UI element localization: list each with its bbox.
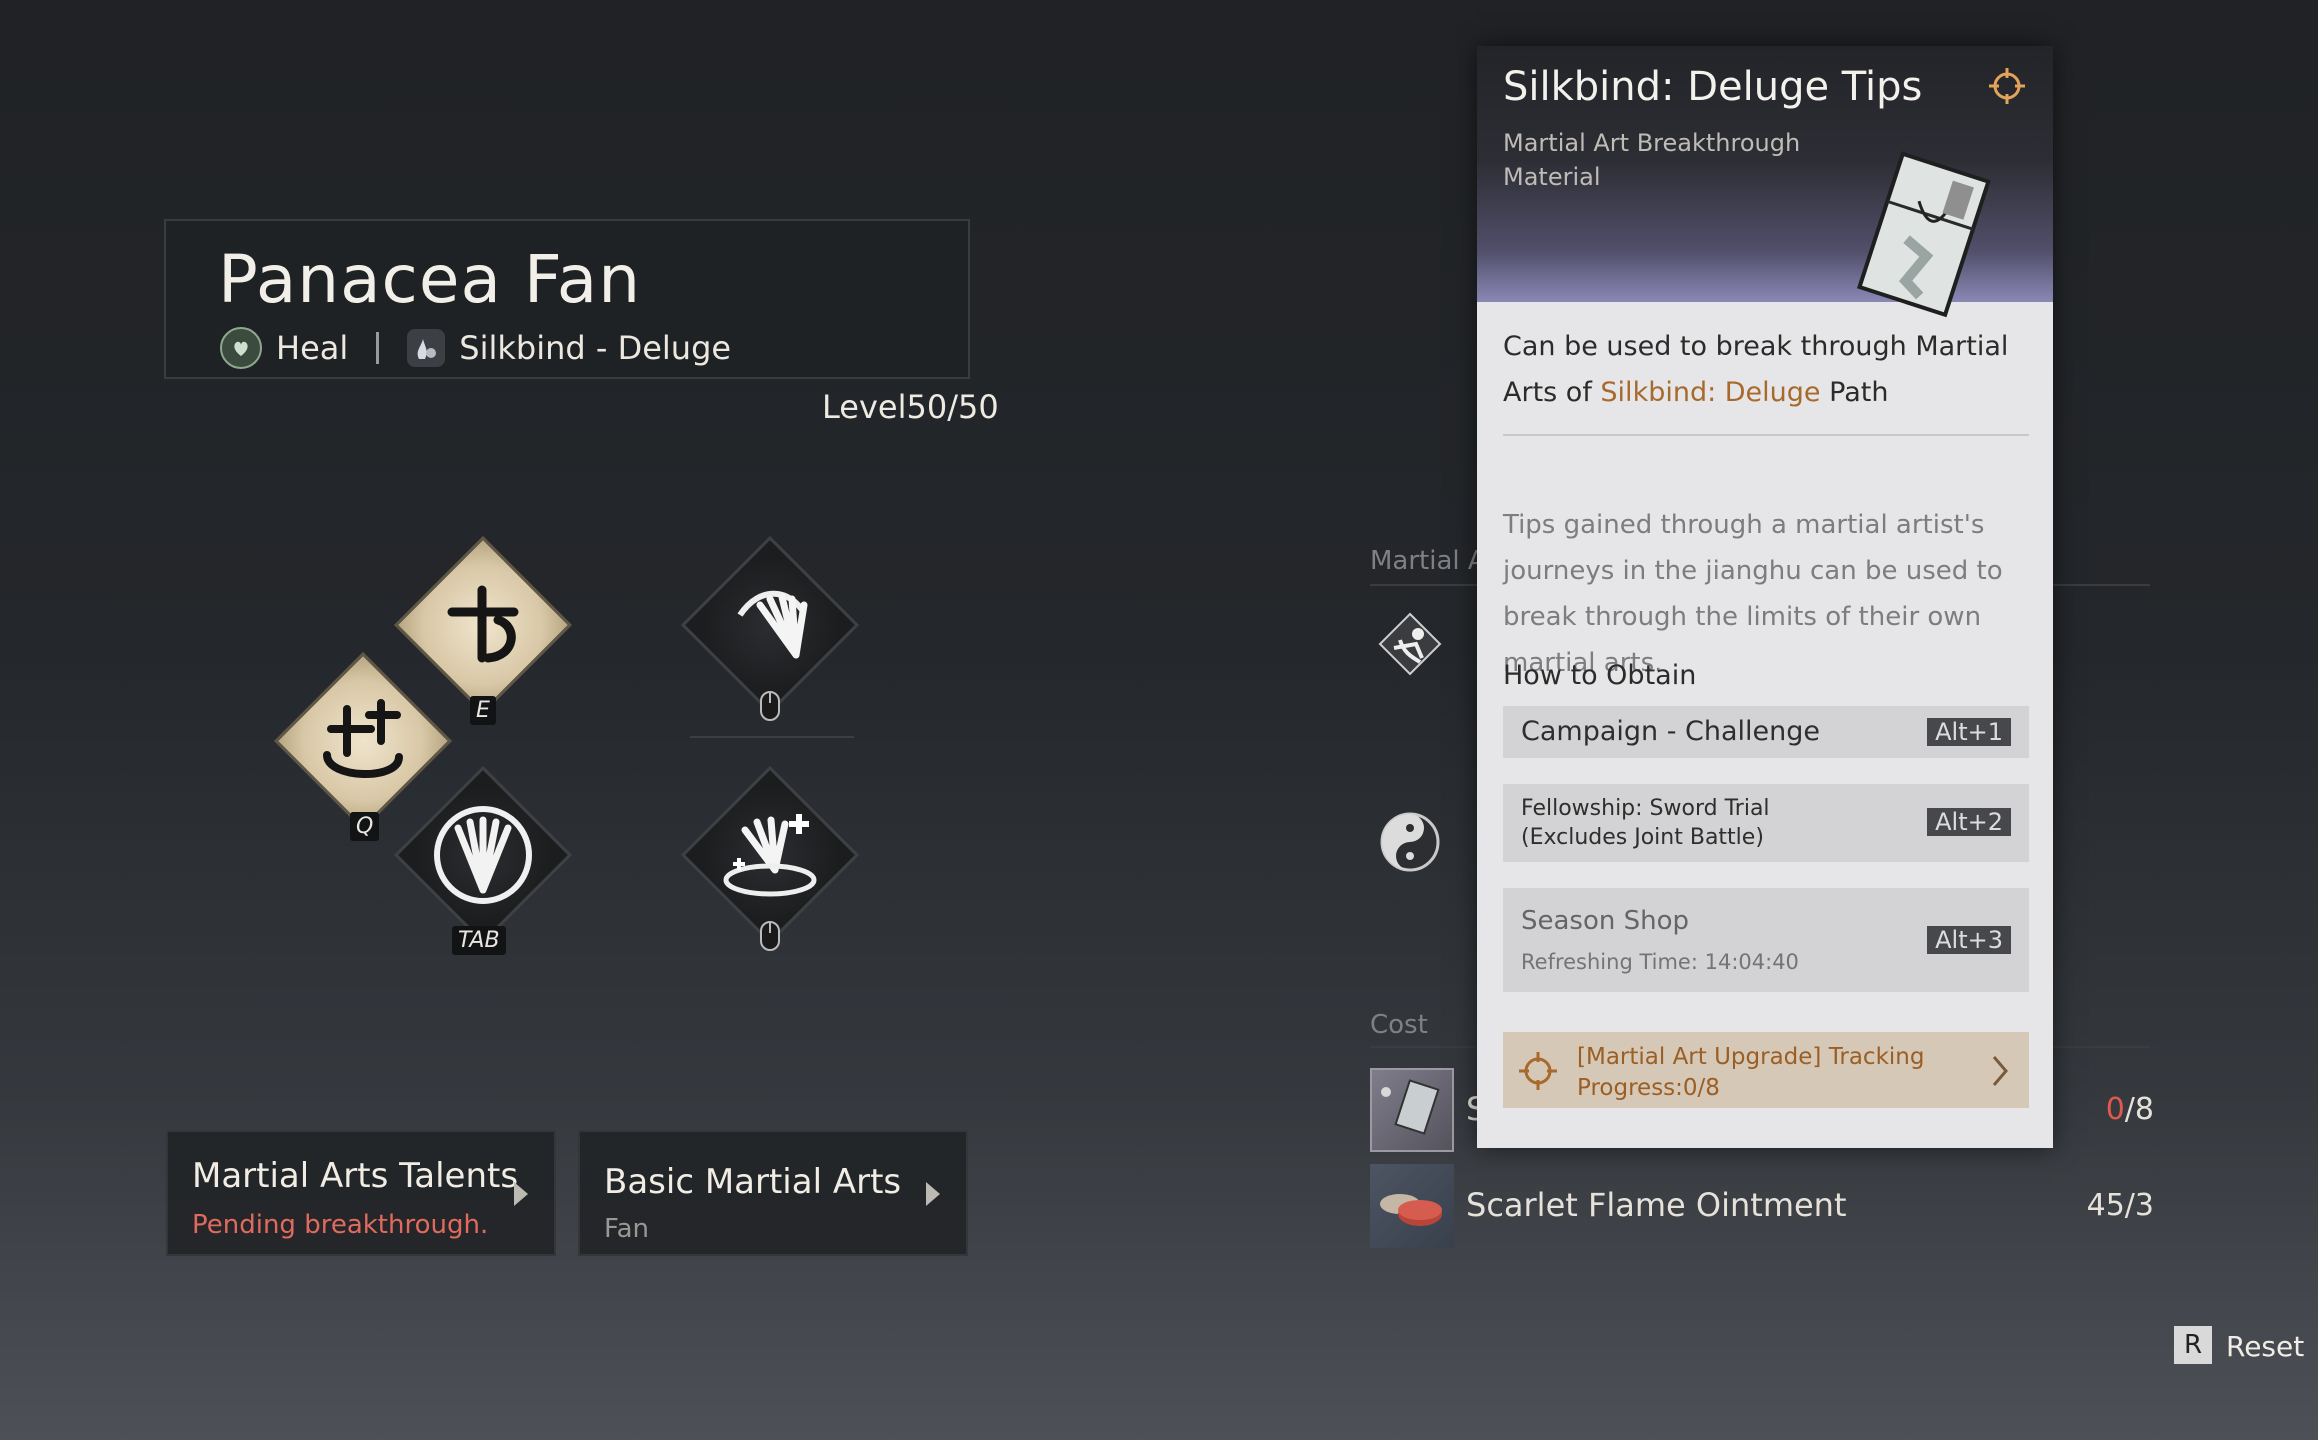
skill-tab[interactable]: TAB <box>393 765 573 955</box>
tooltip-description: Can be used to break through Martial Art… <box>1503 331 2009 408</box>
basic-martial-arts-button[interactable]: Basic Martial Arts Fan <box>578 1130 968 1256</box>
skill-left-click[interactable] <box>680 535 860 721</box>
cost-item-name: Scarlet Flame Ointment <box>1466 1186 1847 1224</box>
tracking-progress-text: [Martial Art Upgrade] Tracking Progress:… <box>1577 1044 1925 1101</box>
weapon-header-panel: Panacea Fan Heal Silkbind - Deluge <box>164 219 970 379</box>
cost-item-qty: 0/8 <box>2105 1092 2154 1127</box>
obtain-fellowship-trial[interactable]: Fellowship: Sword Trial (Excludes Joint … <box>1503 784 2029 862</box>
mouse-icon <box>755 916 785 956</box>
martial-arts-talents-button[interactable]: Martial Arts Talents Pending breakthroug… <box>166 1130 556 1256</box>
tooltip-divider <box>1503 434 2029 436</box>
deluge-tips-thumb-icon <box>1370 1068 1454 1152</box>
tooltip-header: Silkbind: Deluge Tips Martial Art Breakt… <box>1477 46 2053 318</box>
cost-label: Cost <box>1370 1010 1428 1040</box>
hotkey-badge: Alt+1 <box>1927 718 2011 746</box>
chevron-right-icon <box>514 1182 528 1206</box>
reset-key-badge[interactable]: R <box>2174 1326 2212 1364</box>
tooltip-subtitle: Martial Art Breakthrough Material <box>1503 129 1801 191</box>
role-label: Heal <box>276 329 349 367</box>
yin-yang-icon[interactable] <box>1374 806 1446 878</box>
skill-tab-key: TAB <box>452 926 506 955</box>
chevron-right-icon <box>1992 1056 2008 1086</box>
obtain-campaign-challenge[interactable]: Campaign - Challenge Alt+1 <box>1503 706 2029 758</box>
how-to-obtain-heading: How to Obtain <box>1503 660 1697 691</box>
basic-sub: Fan <box>604 1214 649 1244</box>
talents-status: Pending breakthrough. <box>192 1210 489 1240</box>
hotkey-badge: Alt+3 <box>1927 926 2011 954</box>
tooltip-title: Silkbind: Deluge Tips <box>1503 64 1923 110</box>
cost-item-row[interactable]: Scarlet Flame Ointment 45/3 <box>1370 1164 2154 1256</box>
item-tooltip: Silkbind: Deluge Tips Martial Art Breakt… <box>1477 46 2053 1148</box>
hotkey-badge: Alt+2 <box>1927 808 2011 836</box>
skill-right-click[interactable] <box>680 765 860 951</box>
archer-skill-icon[interactable] <box>1374 608 1446 680</box>
cost-item-qty: 45/3 <box>2086 1188 2154 1223</box>
target-icon[interactable] <box>1987 66 2027 106</box>
talents-title: Martial Arts Talents <box>192 1156 519 1196</box>
weapon-title: Panacea Fan <box>218 241 642 318</box>
heal-icon <box>220 327 262 369</box>
basic-title: Basic Martial Arts <box>604 1162 902 1202</box>
target-icon <box>1519 1052 1557 1090</box>
tooltip-lore: Tips gained through a martial artist's j… <box>1503 510 2003 678</box>
level-indicator: Level50/50 <box>822 388 999 426</box>
skill-e-key: E <box>470 696 496 725</box>
silkbind-icon <box>407 329 446 367</box>
season-shop-refresh: Refreshing Time: 14:04:40 <box>1521 950 1799 974</box>
obtain-season-shop[interactable]: Season Shop Refreshing Time: 14:04:40 Al… <box>1503 888 2029 992</box>
mouse-icon <box>755 686 785 726</box>
skill-q-key: Q <box>350 812 380 841</box>
tag-separator <box>376 332 380 364</box>
tracking-progress-button[interactable]: [Martial Art Upgrade] Tracking Progress:… <box>1503 1032 2029 1108</box>
skill-tab-fan-icon <box>394 766 572 944</box>
weapon-tags: Heal Silkbind - Deluge <box>220 327 731 369</box>
deluge-tips-item-icon <box>1857 151 1991 318</box>
path-label: Silkbind - Deluge <box>459 329 732 367</box>
chevron-right-icon <box>926 1182 940 1206</box>
skill-divider <box>690 736 854 738</box>
ointment-thumb-icon <box>1370 1164 1454 1248</box>
reset-label[interactable]: Reset <box>2226 1330 2304 1363</box>
